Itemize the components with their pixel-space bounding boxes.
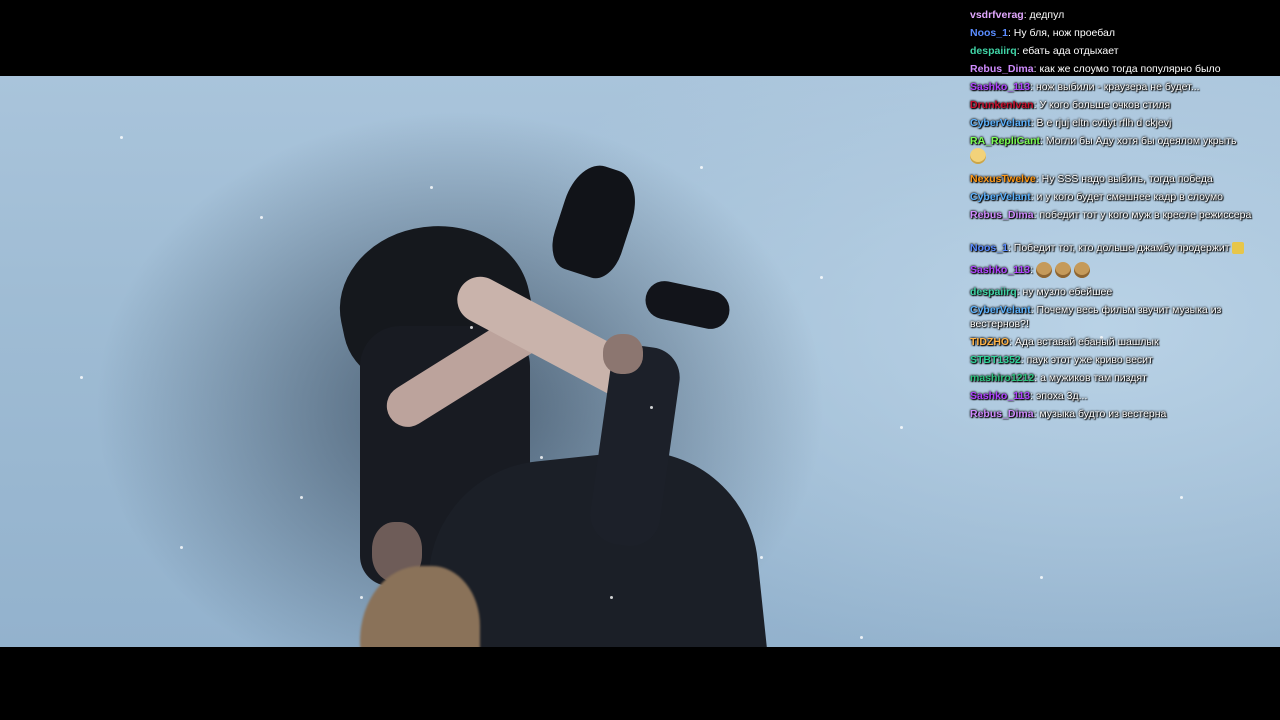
chat-text: Победит тот, кто дольше джамбу продержит — [1013, 242, 1230, 254]
chat-text: дедпул — [1029, 9, 1065, 21]
chat-text: нож выбили - краузера не будет... — [1035, 81, 1200, 93]
chat-message: Rebus_Dima: победит тот у кого муж в кре… — [970, 209, 1252, 221]
chat-message: Rebus_Dima: как же слоумо тогда популярн… — [970, 63, 1221, 75]
chat-message: despaiirq: ебать ада отдыхает — [970, 45, 1119, 57]
snowflake — [1180, 496, 1183, 499]
smile-emote-icon — [970, 148, 986, 164]
chat-message: vsdrfverag: дедпул — [970, 9, 1065, 21]
snowflake — [470, 326, 473, 329]
chat-message: DrunkenIvan: У кого больше очков стиля — [970, 99, 1171, 111]
chat-username: mashiro1212 — [970, 372, 1035, 384]
snowflake — [610, 596, 613, 599]
chat-message: RA_RepliCant: Могли бы Аду хотя бы одеял… — [970, 134, 1270, 164]
chat-username: CyberVelant — [970, 304, 1031, 316]
woman-glove-extended — [641, 277, 734, 333]
chat-text: паук этот уже криво весит — [1026, 354, 1153, 366]
chat-message: CyberVelant: В е rjuj eltn cvtiyt rflh d… — [970, 117, 1172, 129]
snowflake — [180, 546, 183, 549]
chat-text: ебать ада отдыхает — [1022, 45, 1119, 57]
chat-text: Ада вставай ебаный шашлык — [1014, 336, 1159, 348]
chat-message: despaiirq: ну музло ебейшее — [970, 286, 1113, 298]
duck-emote-icon — [1073, 262, 1090, 278]
chat-overlay: vsdrfverag: дедпул Noos_1: Ну бля, нож п… — [962, 0, 1280, 430]
chat-username: Rebus_Dima — [970, 209, 1034, 221]
chat-text: Ну SSS надо выбить, тогда победа — [1041, 173, 1213, 185]
chat-message: STBT1352: паук этот уже криво весит — [970, 354, 1153, 366]
snowflake — [300, 496, 303, 499]
chat-username: RA_RepliCant — [970, 135, 1041, 147]
chat-username: CyberVelant — [970, 191, 1031, 203]
speaker-emote-icon — [1232, 242, 1245, 255]
snowflake — [430, 186, 433, 189]
snowflake — [860, 636, 863, 639]
snowflake — [360, 596, 363, 599]
snowflake — [540, 456, 543, 459]
chat-message: Rebus_Dima: музыка будто из вестерна — [970, 408, 1167, 420]
chat-text: ну музло ебейшее — [1022, 286, 1113, 298]
chat-username: STBT1352 — [970, 354, 1021, 366]
snowflake — [760, 556, 763, 559]
chat-message: Sashko_113: эпоха 3д... — [970, 390, 1088, 402]
chat-username: Rebus_Dima — [970, 63, 1034, 75]
snowflake — [820, 276, 823, 279]
snowflake — [120, 136, 123, 139]
duck-emote-icon — [1035, 262, 1052, 278]
chat-username: Sashko_113 — [970, 263, 1031, 276]
chat-username: Noos_1 — [970, 242, 1008, 254]
chat-text: В е rjuj eltn cvtiyt rflh d ckjevj — [1036, 117, 1172, 129]
chat-message: Sashko_113: нож выбили - краузера не буд… — [970, 81, 1200, 93]
chat-message: TIDZHO: Ада вставай ебаный шашлык — [970, 336, 1159, 348]
snowflake — [260, 216, 263, 219]
snowflake — [700, 166, 703, 169]
chat-text: Ну бля, нож проебал — [1013, 27, 1116, 39]
chat-username: vsdrfverag — [970, 9, 1024, 21]
snowflake — [900, 426, 903, 429]
duck-emote-icon — [1054, 262, 1071, 278]
chat-message: CyberVelant: Почему весь фильм звучит му… — [970, 304, 1222, 330]
snowflake — [650, 406, 653, 409]
chat-message: CyberVelant: и у кого будет смешнее кадр… — [970, 191, 1224, 203]
chat-message: Noos_1: Победит тот, кто дольше джамбу п… — [970, 241, 1270, 255]
snowflake — [80, 376, 83, 379]
chat-username: TIDZHO — [970, 336, 1010, 348]
woman-glove-raised — [544, 157, 646, 285]
chat-username: Sashko_113 — [970, 390, 1031, 402]
chat-username: Rebus_Dima — [970, 408, 1034, 420]
chat-text: а мужиков там пиздят — [1040, 372, 1147, 384]
chat-username: despaiirq — [970, 286, 1017, 298]
chat-message: mashiro1212: а мужиков там пиздят — [970, 372, 1147, 384]
chat-text: и у кого будет смешнее кадр в слоумо — [1036, 191, 1224, 203]
chat-text: Могли бы Аду хотя бы одеялом укрыть — [1045, 135, 1237, 147]
chat-username: despaiirq — [970, 45, 1017, 57]
chat-text: музыка будто из вестерна — [1039, 408, 1167, 420]
chat-username: NexusTwelve — [970, 173, 1036, 185]
chat-text: эпоха 3д... — [1035, 390, 1088, 402]
man-fist — [603, 334, 643, 374]
chat-username: Noos_1 — [970, 27, 1008, 39]
chat-text: как же слоумо тогда популярно было — [1039, 63, 1221, 75]
chat-username: Sashko_113 — [970, 81, 1031, 93]
chat-username: CyberVelant — [970, 117, 1031, 129]
chat-message: Sashko_113: — [970, 262, 1270, 278]
chat-message: NexusTwelve: Ну SSS надо выбить, тогда п… — [970, 173, 1213, 185]
chat-message: Noos_1: Ну бля, нож проебал — [970, 27, 1116, 39]
chat-text: У кого больше очков стиля — [1039, 99, 1171, 111]
chat-text: победит тот у кого муж в кресле режиссер… — [1039, 209, 1252, 221]
chat-username: DrunkenIvan — [970, 99, 1034, 111]
snowflake — [1040, 576, 1043, 579]
